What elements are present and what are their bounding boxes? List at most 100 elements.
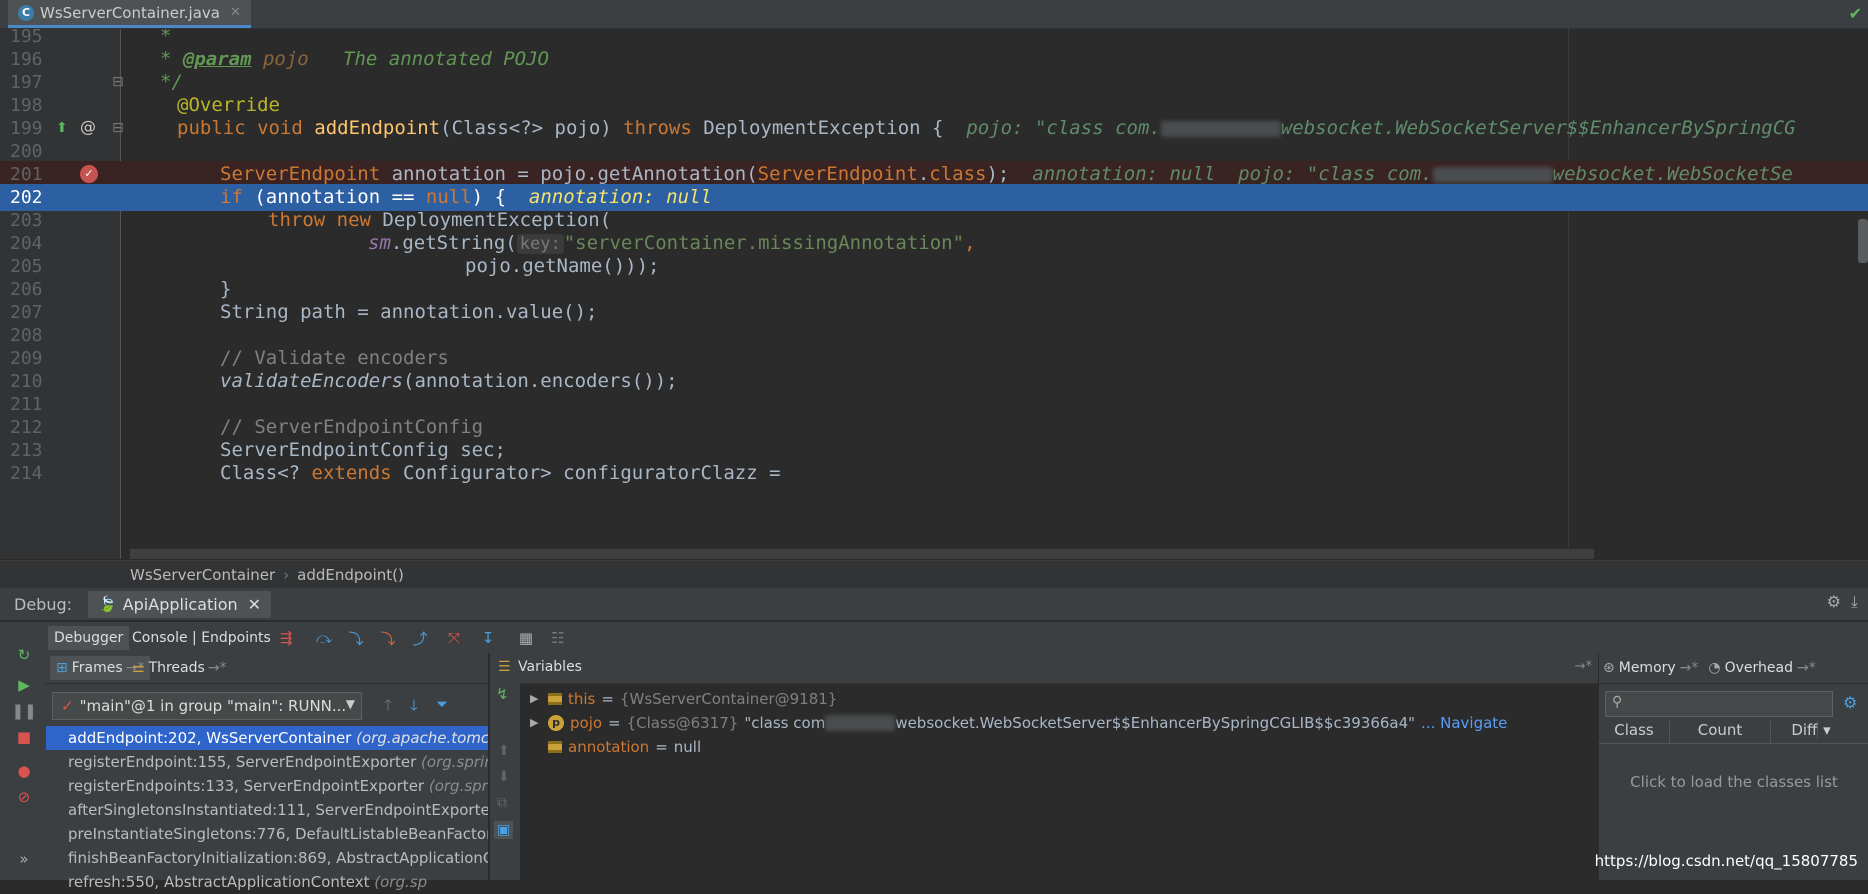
pin-icon: →* [1797, 660, 1816, 676]
tab-console-endpoints[interactable]: Console | Endpoints [126, 626, 277, 650]
tab-wsservercontainer[interactable]: C WsServerContainer.java ✕ [8, 0, 251, 28]
inline-debug-value: websocket.WebSocketSe [1552, 163, 1793, 185]
annotation-marker-icon[interactable]: @ [80, 118, 96, 136]
pause-icon[interactable]: ❚❚ [11, 701, 36, 721]
column-count[interactable]: Count [1670, 721, 1771, 743]
field-icon [548, 741, 562, 753]
equals-sign: = [655, 738, 668, 756]
column-diff[interactable]: Diff ▾ [1771, 721, 1851, 743]
settings-icon[interactable]: ⚙ [1843, 693, 1857, 712]
code-text: , [964, 232, 976, 254]
step-over-icon[interactable]: ⤼ [314, 628, 334, 648]
editor-horizontal-scrollbar[interactable] [130, 549, 1594, 559]
variable-ref: {WsServerContainer@9181} [619, 690, 838, 708]
more-icon[interactable]: » [14, 849, 34, 869]
variable-row[interactable]: ▶ this = {WsServerContainer@9181} [530, 687, 837, 711]
variables-header: ☰ Variables →* [490, 653, 1598, 684]
frame-row[interactable]: registerEndpoint:155, ServerEndpointExpo… [46, 750, 488, 774]
equals-sign: = [601, 690, 614, 708]
breadcrumb-class[interactable]: WsServerContainer [130, 566, 275, 584]
close-tab-icon[interactable]: ✕ [230, 5, 241, 20]
line-number: 214 [10, 463, 43, 484]
move-down-icon[interactable]: ⬇ [498, 769, 510, 785]
rerun-icon[interactable]: ↻ [14, 645, 34, 665]
step-out-icon[interactable]: ⤴ [410, 628, 430, 648]
view-breakpoints-icon[interactable]: ● [14, 761, 34, 781]
override-marker-icon[interactable]: ⬆ [56, 119, 68, 137]
frame-method: registerEndpoint:155, ServerEndpointExpo… [68, 753, 422, 771]
stop-icon[interactable]: ■ [14, 727, 34, 747]
resume-icon[interactable]: ▶ [14, 675, 34, 695]
trace-stream-icon[interactable]: ☷ [548, 628, 568, 648]
variable-value: websocket.WebSocketServer$$EnhancerBySpr… [895, 714, 1416, 732]
debug-left-toolstrip: ↻ ▶ ❚❚ ■ ● ⊘ » [0, 646, 46, 880]
frame-method: finishBeanFactoryInitialization:869, Abs… [68, 849, 488, 867]
expand-triangle-icon[interactable]: ▶ [530, 687, 542, 711]
editor-vertical-scrollbar[interactable] [1858, 219, 1868, 263]
debug-toolbar: Debugger Console | Endpoints ⇶ ⤼ ⤵ ⤵ ⤴ ⤧… [0, 621, 1868, 654]
copy-icon[interactable]: ⧉ [497, 795, 507, 811]
expand-triangle-icon[interactable]: ▶ [530, 711, 542, 735]
code-text: ServerEndpoint [757, 163, 918, 185]
show-execution-point-icon[interactable]: ⇶ [276, 628, 296, 648]
tab-memory[interactable]: Memory [1619, 660, 1676, 676]
step-into-icon[interactable]: ⤵ [346, 628, 366, 648]
navigate-link[interactable]: ... Navigate [1421, 711, 1507, 735]
inline-debug-value: annotation: null pojo: "class com. [1032, 163, 1433, 185]
fold-icon[interactable]: ⊟ [112, 119, 124, 137]
filter-icon[interactable]: ⏷ [436, 695, 448, 713]
drop-frame-icon[interactable]: ⤧ [444, 628, 464, 648]
load-classes-link[interactable]: Click to load the classes list [1599, 773, 1868, 791]
move-up-icon[interactable]: ⬆ [498, 743, 510, 759]
tab-overhead[interactable]: Overhead [1725, 660, 1793, 676]
frame-row[interactable]: refresh:550, AbstractApplicationContext … [46, 870, 488, 894]
evaluate-expression-icon[interactable]: ▦ [516, 628, 536, 648]
code-text: ); [986, 163, 1010, 185]
code-line[interactable]: 214 Class<? extends Configurator> config… [0, 460, 1868, 487]
frame-row[interactable]: finishBeanFactoryInitialization:869, Abs… [46, 846, 488, 870]
memory-search-input[interactable]: ⚲ [1605, 691, 1833, 717]
frame-row[interactable]: addEndpoint:202, WsServerContainer (org.… [46, 726, 488, 750]
code-text: "serverContainer.missingAnnotation" [563, 232, 965, 254]
run-to-cursor-icon[interactable]: ↧ [478, 628, 498, 648]
code-comment: // Validate encoders [220, 347, 449, 369]
add-watch-icon[interactable]: ↯ [496, 685, 509, 703]
thread-suspended-icon: ✓ [61, 697, 74, 715]
debug-session-tab[interactable]: 🍃 ApiApplication ✕ [88, 590, 272, 618]
variable-row[interactable]: annotation = null [530, 735, 701, 759]
inline-debug-value: annotation: null [528, 186, 712, 208]
hide-panel-icon[interactable]: ⤓ [1851, 592, 1858, 612]
code-editor[interactable]: 195 * 196 * @param pojo The annotated PO… [0, 29, 1868, 559]
tab-frames-label: Frames [71, 660, 123, 676]
arrow-down-icon[interactable]: 🡓 [410, 695, 418, 720]
tab-debugger[interactable]: Debugger [48, 626, 130, 650]
frame-row[interactable]: registerEndpoints:133, ServerEndpointExp… [46, 774, 488, 798]
breadcrumb-method[interactable]: addEndpoint() [297, 566, 404, 584]
close-session-icon[interactable]: ✕ [248, 595, 261, 614]
code-text: pojo.getName())); [465, 255, 660, 277]
thread-dropdown[interactable]: ✓ "main"@1 in group "main": RUNN... ▼ [52, 692, 362, 720]
code-text: DeploymentException( [370, 209, 612, 231]
overhead-icon: ◔ [1708, 660, 1721, 676]
tab-threads[interactable]: ⚌ Threads →* [126, 656, 233, 680]
breakpoint-icon[interactable]: ✓ [80, 165, 98, 183]
frames-pane: ⊞ Frames →* ⚌ Threads →* ✓ "main"@1 in group… [46, 653, 489, 891]
arrow-up-icon[interactable]: 🡑 [384, 695, 392, 720]
force-step-into-icon[interactable]: ⤵ [378, 628, 398, 648]
java-class-icon: C [18, 4, 34, 21]
variable-ref: {Class@6317} [626, 714, 739, 732]
watches-toggle-icon[interactable]: ▣ [494, 821, 514, 839]
mute-breakpoints-icon[interactable]: ⊘ [14, 787, 34, 807]
code-text: .getString( [390, 232, 517, 254]
code-text: @Override [177, 94, 280, 116]
pin-icon[interactable]: →* [1575, 659, 1592, 674]
gear-icon[interactable]: ⚙ [1827, 592, 1841, 612]
column-class[interactable]: Class [1599, 721, 1670, 743]
editor-tab-bar: C WsServerContainer.java ✕ ✔ [0, 0, 1868, 29]
frame-row[interactable]: preInstantiateSingletons:776, DefaultLis… [46, 822, 488, 846]
variable-row[interactable]: ▶ p pojo = {Class@6317} "class com websoc… [530, 711, 1507, 735]
frame-row[interactable]: afterSingletonsInstantiated:111, ServerE… [46, 798, 488, 822]
fold-icon[interactable]: ⊟ [112, 73, 124, 91]
code-text: if [220, 186, 243, 208]
code-comment: // ServerEndpointConfig [220, 416, 484, 438]
